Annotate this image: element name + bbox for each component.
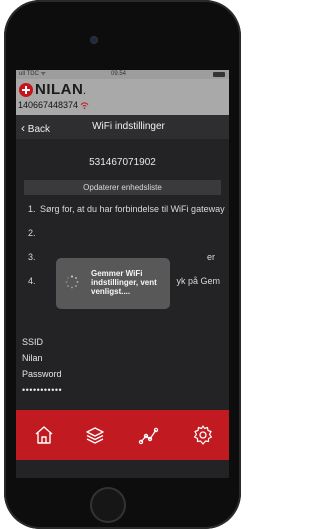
graph-icon[interactable] bbox=[138, 424, 160, 446]
spinner-icon bbox=[65, 275, 79, 289]
app-screen: ull TDC ᯤ 09.54 NILAN. 140667448374 ‹ Ba… bbox=[16, 70, 229, 478]
tab-bar bbox=[16, 410, 229, 460]
layers-icon[interactable] bbox=[84, 424, 106, 446]
device-id: 140667448374 bbox=[18, 100, 79, 110]
bottom-strip bbox=[16, 460, 229, 478]
battery-icon bbox=[213, 72, 225, 77]
update-status: Opdaterer enhedsliste bbox=[24, 180, 221, 195]
password-label: Password bbox=[22, 369, 62, 379]
phone-frame: ull TDC ᯤ 09.54 NILAN. 140667448374 ‹ Ba… bbox=[0, 0, 245, 529]
serial-number: 531467071902 bbox=[89, 157, 156, 168]
wifi-icon bbox=[80, 102, 89, 109]
header: NILAN. 140667448374 bbox=[16, 79, 229, 115]
home-icon[interactable] bbox=[33, 424, 55, 446]
nilan-logo-icon bbox=[19, 83, 33, 97]
dialog-message: Gemmer WiFi indstillinger, vent venligst… bbox=[91, 269, 157, 296]
nav-bar: ‹ Back WiFi indstillinger bbox=[16, 115, 229, 139]
password-field[interactable]: ••••••••••• bbox=[22, 385, 62, 395]
clock: 09.54 bbox=[111, 71, 127, 77]
page-title: WiFi indstillinger bbox=[92, 121, 165, 132]
settings-icon[interactable] bbox=[192, 424, 214, 446]
carrier-label: ull TDC ᯤ bbox=[19, 71, 47, 77]
status-bar: ull TDC ᯤ 09.54 bbox=[16, 70, 229, 79]
ssid-label: SSID bbox=[22, 337, 44, 347]
camera bbox=[91, 37, 97, 43]
home-button[interactable] bbox=[90, 487, 126, 523]
saving-dialog: Gemmer WiFi indstillinger, vent venligst… bbox=[56, 258, 170, 309]
ssid-field[interactable]: Nilan bbox=[22, 353, 43, 363]
logo-text: NILAN. bbox=[35, 81, 87, 98]
